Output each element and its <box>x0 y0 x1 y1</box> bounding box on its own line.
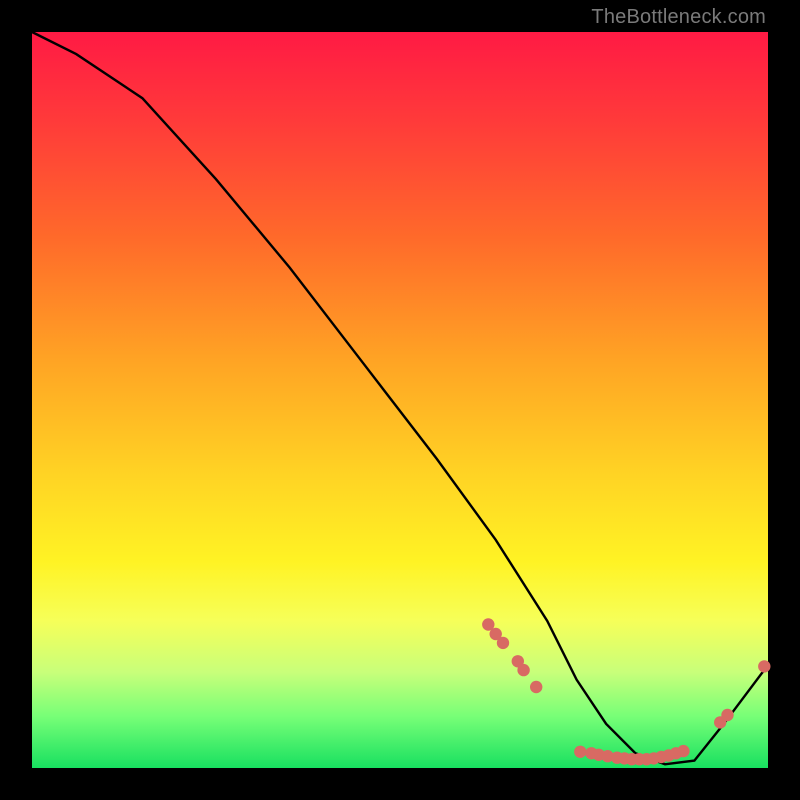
data-point <box>530 681 542 693</box>
plot-area <box>32 32 768 768</box>
data-point <box>574 746 586 758</box>
chart-stage: TheBottleneck.com <box>0 0 800 800</box>
curve-line <box>32 32 768 764</box>
data-point <box>497 637 509 649</box>
watermark-text: TheBottleneck.com <box>591 6 766 29</box>
chart-svg <box>32 32 768 768</box>
data-point <box>677 745 689 757</box>
data-point <box>517 664 529 676</box>
data-point <box>758 660 770 672</box>
data-point <box>721 709 733 721</box>
